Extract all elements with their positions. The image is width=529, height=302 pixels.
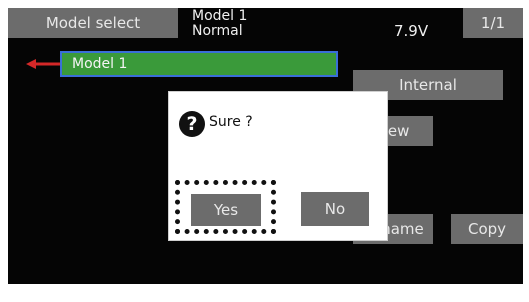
model-select-label: Model select bbox=[45, 14, 141, 32]
model-list-item[interactable]: Model 1 bbox=[60, 51, 338, 77]
current-model-name: Model 1 bbox=[192, 8, 248, 24]
current-condition: Normal bbox=[192, 23, 243, 39]
yes-highlight-frame bbox=[175, 180, 276, 234]
model-select-button[interactable]: Model select bbox=[8, 8, 178, 38]
copy-button[interactable]: Copy bbox=[451, 214, 523, 244]
page-indicator-label: 1/1 bbox=[480, 14, 506, 32]
lcd-screen: Model select Model 1 Normal 7.9V 1/1 Mod… bbox=[8, 8, 523, 284]
question-mark-icon: ? bbox=[179, 111, 205, 137]
dialog-message: Sure ? bbox=[209, 114, 253, 130]
no-label: No bbox=[324, 200, 346, 218]
copy-label: Copy bbox=[467, 220, 507, 238]
battery-voltage: 7.9V bbox=[394, 22, 429, 40]
internal-label: Internal bbox=[399, 76, 457, 94]
no-button[interactable]: No bbox=[301, 192, 369, 226]
screenshot-frame: Model select Model 1 Normal 7.9V 1/1 Mod… bbox=[0, 0, 529, 302]
model-list-item-label: Model 1 bbox=[72, 56, 128, 72]
page-indicator-button[interactable]: 1/1 bbox=[463, 8, 523, 38]
